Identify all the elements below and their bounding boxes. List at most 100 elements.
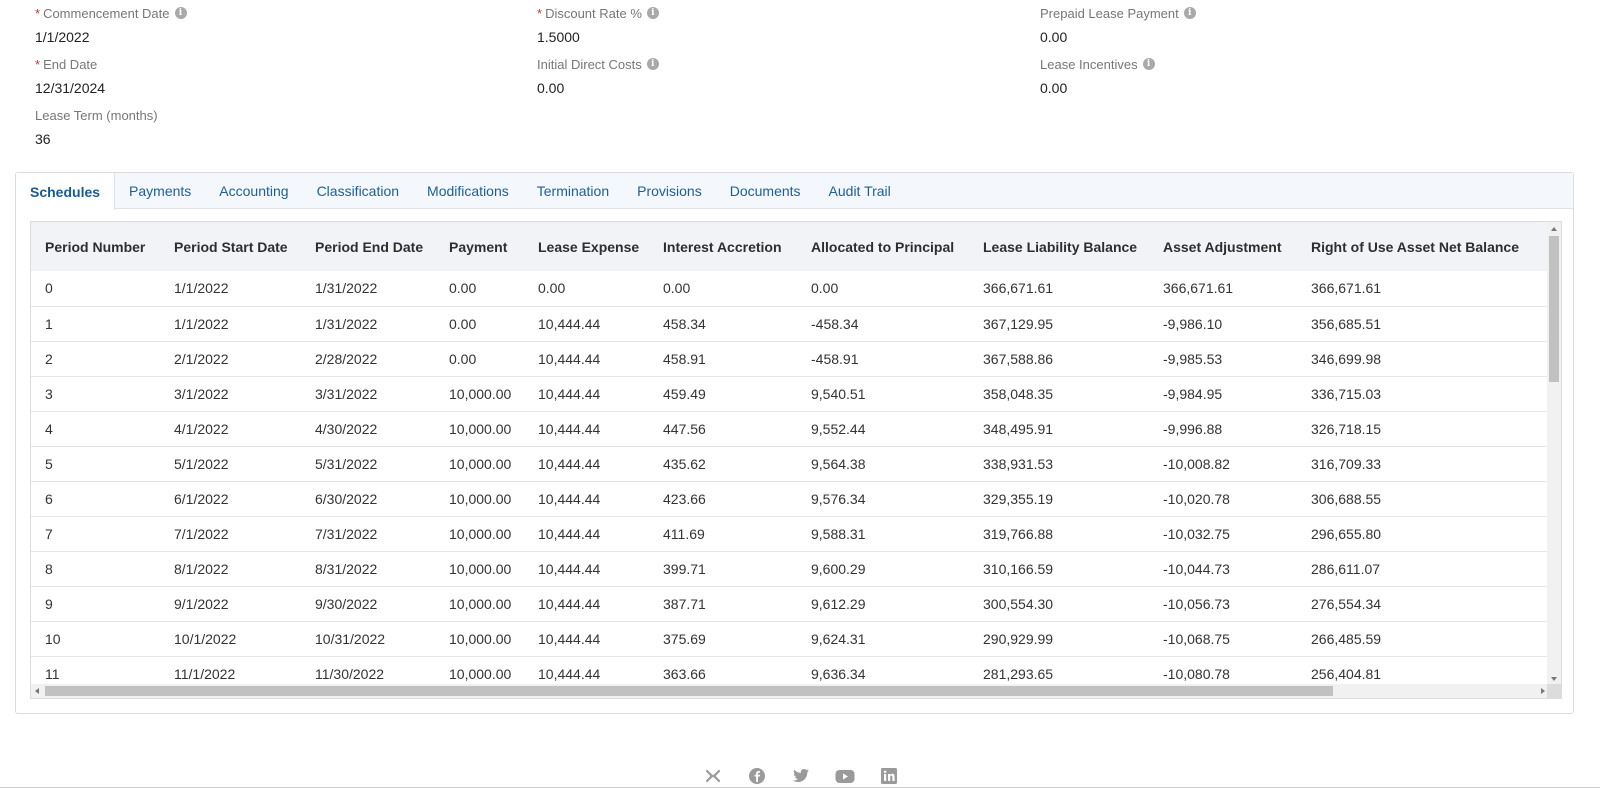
tab-panel: Schedules Payments Accounting Classifica… [15,172,1574,714]
table-cell: 10,444.44 [538,455,601,472]
table-cell: 435.62 [663,455,706,472]
table-body: 0 1/1/2022 1/31/2022 0.00 0.00 0.00 0.00 366,67… [31,271,1549,686]
table-cell: 9,600.29 [811,560,866,577]
column-header[interactable]: Allocated to Principal [797,222,969,271]
field-value: 36 [35,131,51,147]
column-header[interactable]: Payment [435,222,524,271]
scroll-down-arrow-icon[interactable] [1551,677,1557,681]
table-cell: 366,671.61 [983,280,1054,297]
field-label: Lease Incentives [1040,56,1138,72]
table-cell: 316,709.33 [1311,455,1382,472]
field-label: Prepaid Lease Payment [1040,5,1179,21]
table-cell: 2/28/2022 [315,350,378,367]
social-links [703,766,899,786]
table-cell: 10,000.00 [449,560,512,577]
table-cell: 0.00 [811,280,839,297]
table-cell: 366,671.61 [1311,280,1382,297]
column-header[interactable]: Period Number [31,222,160,271]
horizontal-scrollbar[interactable] [31,684,1549,698]
tab-schedules[interactable]: Schedules [16,173,116,210]
table-cell: 1/1/2022 [174,280,229,297]
table-cell: 1/31/2022 [315,315,378,332]
table-row: 0 1/1/2022 1/31/2022 0.00 0.00 0.00 0.00 366,67… [31,271,1549,306]
table-cell: -9,986.10 [1163,315,1223,332]
tab-classification[interactable]: Classification [303,173,413,208]
table-cell: 9 [45,595,53,612]
info-icon[interactable]: i [1142,58,1155,70]
table-cell: 7/1/2022 [174,525,229,542]
table-cell: 0.00 [449,350,477,367]
info-icon[interactable]: i [646,7,659,19]
x-logo-icon[interactable] [703,766,723,786]
table-cell: 300,554.30 [983,595,1054,612]
facebook-icon[interactable] [747,766,767,786]
tab-provisions[interactable]: Provisions [623,173,716,208]
required-marker: * [537,5,543,21]
table-cell: 346,699.98 [1311,350,1382,367]
required-marker: * [35,56,41,72]
tab-audit-trail[interactable]: Audit Trail [815,173,905,208]
info-icon[interactable]: i [1183,7,1196,19]
field-value: 12/31/2024 [35,80,106,96]
column-header[interactable]: Right of Use Asset Net Balance [1297,222,1549,271]
table-cell: 319,766.88 [983,525,1054,542]
horizontal-scroll-thumb[interactable] [45,686,1333,696]
table-cell: -458.34 [811,315,859,332]
vertical-scroll-thumb[interactable] [1549,236,1559,382]
table-cell: 8/31/2022 [315,560,378,577]
table-cell: 5/1/2022 [174,455,229,472]
table-cell: 6 [45,490,53,507]
table-cell: 0 [45,280,53,297]
field-value: 0.00 [1040,80,1068,96]
table-cell: 9,588.31 [811,525,866,542]
info-icon[interactable]: i [174,7,187,19]
table-row: 10 10/1/2022 10/31/2022 10,000.00 10,444.44 3… [31,621,1549,656]
table-row: 9 9/1/2022 9/30/2022 10,000.00 10,444.44 387.… [31,586,1549,621]
table-cell: -10,068.75 [1163,630,1230,647]
tab-termination[interactable]: Termination [523,173,623,208]
table-cell: 411.69 [663,525,705,542]
info-icon[interactable]: i [646,58,659,70]
twitter-icon[interactable] [791,766,811,786]
table-row: 6 6/1/2022 6/30/2022 10,000.00 10,444.44 423.… [31,481,1549,516]
table-cell: 447.56 [663,420,706,437]
table-cell: 375.69 [663,630,706,647]
tab-modifications[interactable]: Modifications [413,173,523,208]
table-cell: 10,444.44 [538,525,601,542]
column-header[interactable]: Lease Liability Balance [969,222,1149,271]
vertical-scrollbar[interactable] [1547,222,1561,686]
tab-documents[interactable]: Documents [716,173,815,208]
scroll-left-arrow-icon[interactable] [35,688,39,694]
lease-details-fields: * Commencement Date i 1/1/2022 * Discount R… [0,0,1600,160]
table-cell: 296,655.80 [1311,525,1382,542]
table-cell: 3/31/2022 [315,385,378,402]
table-cell: 9,564.38 [811,455,866,472]
scroll-right-arrow-icon[interactable] [1541,688,1545,694]
table-cell: 10,444.44 [538,595,601,612]
field-value: 0.00 [537,80,565,96]
table-cell: 10,444.44 [538,630,601,647]
table-cell: 6/30/2022 [315,490,378,507]
table-cell: 423.66 [663,490,706,507]
page-footer [0,750,1600,788]
column-header[interactable]: Lease Expense [524,222,649,271]
youtube-icon[interactable] [835,766,855,786]
field-end-date: * End Date 12/31/2024 [35,56,106,97]
field-lease-term: Lease Term (months) 36 [35,107,158,148]
column-header[interactable]: Period End Date [301,222,435,271]
field-label: Commencement Date [43,5,170,21]
tab-accounting[interactable]: Accounting [205,173,302,208]
table-cell: 10 [45,630,61,647]
column-header[interactable]: Asset Adjustment [1149,222,1297,271]
table-cell: 281,293.65 [983,665,1054,682]
linkedin-icon[interactable] [879,766,899,786]
table-cell: -10,044.73 [1163,560,1230,577]
column-header[interactable]: Interest Accretion [649,222,797,271]
table-row: 8 8/1/2022 8/31/2022 10,000.00 10,444.44 399.… [31,551,1549,586]
column-header[interactable]: Period Start Date [160,222,301,271]
tab-payments[interactable]: Payments [115,173,205,208]
field-label: Initial Direct Costs [537,56,642,72]
scroll-up-arrow-icon[interactable] [1551,227,1557,231]
table-cell: 399.71 [663,560,706,577]
table-cell: 336,715.03 [1311,385,1382,402]
